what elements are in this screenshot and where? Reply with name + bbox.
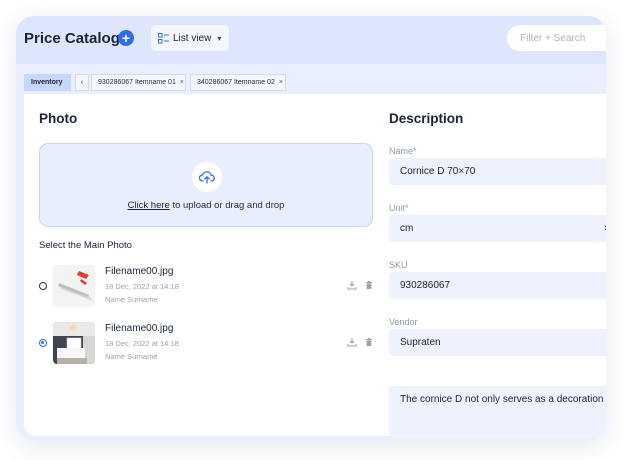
upload-cloud-icon <box>199 171 215 184</box>
file-date: 18 Dec, 2022 at 14:18 <box>105 339 179 348</box>
vendor-field-label: Vendor <box>389 317 418 327</box>
download-icon[interactable] <box>347 280 357 290</box>
tab-label: 340286067 Itemname 02 <box>197 79 275 86</box>
tab-label: Inventory <box>31 79 63 86</box>
tab-bar: Inventory ‹ 930286067 Itemname 01 × 3402… <box>16 74 606 94</box>
unit-field-label: Unit* <box>389 203 409 213</box>
photo-list-item: Filename00.jpg 18 Dec, 2022 at 14:18 Nam… <box>39 265 379 309</box>
sku-field-value: 930286067 <box>400 280 451 291</box>
sku-field-label: SKU <box>389 260 408 270</box>
upload-hint-text: to upload or drag and drop <box>169 200 285 211</box>
row-actions <box>347 280 374 290</box>
vendor-field[interactable]: Supraten <box>389 329 606 356</box>
upload-hint: Click here to upload or drag and drop <box>40 200 372 211</box>
search-input[interactable] <box>507 25 606 51</box>
tab-scroll-left-button[interactable]: ‹ <box>75 74 89 91</box>
photo-thumbnail <box>53 322 95 364</box>
photo-section-title: Photo <box>39 111 78 126</box>
tab-item-02[interactable]: 340286067 Itemname 02 × <box>190 74 286 91</box>
main-photo-radio[interactable] <box>39 339 47 347</box>
unit-select[interactable]: cm › <box>389 215 606 242</box>
sku-field[interactable]: 930286067 <box>389 272 606 299</box>
file-name: Filename00.jpg <box>105 323 174 334</box>
download-icon[interactable] <box>347 337 357 347</box>
file-date: 18 Dec, 2022 at 14:18 <box>105 282 179 291</box>
unit-select-value: cm <box>400 223 414 234</box>
chevron-down-icon: ▾ <box>217 33 222 43</box>
page-title: Price Catalog <box>24 30 120 47</box>
close-icon[interactable]: × <box>279 79 283 86</box>
file-name: Filename00.jpg <box>105 266 174 277</box>
app-window: Price Catalog + List view ▾ Inventory ‹ … <box>16 16 606 440</box>
name-field[interactable]: Cornice D 70×70 <box>389 158 606 185</box>
main-content: Photo Click here to upload or drag and d… <box>24 94 606 438</box>
main-photo-radio[interactable] <box>39 282 47 290</box>
upload-link[interactable]: Click here <box>128 200 170 211</box>
description-textarea[interactable]: The cornice D not only serves as a decor… <box>389 386 606 438</box>
close-icon[interactable]: × <box>180 79 184 86</box>
view-select-label: List view <box>173 32 212 44</box>
main-photo-label: Select the Main Photo <box>39 240 132 251</box>
upload-dropzone[interactable]: Click here to upload or drag and drop <box>39 143 373 227</box>
photo-thumbnail <box>53 265 95 307</box>
tab-inventory[interactable]: Inventory <box>24 74 71 91</box>
name-field-label: Name* <box>389 146 417 156</box>
upload-icon-circle <box>192 162 222 192</box>
description-section-title: Description <box>389 111 464 126</box>
row-actions <box>347 337 374 347</box>
top-bar: Price Catalog + List view ▾ <box>16 16 606 64</box>
name-field-value: Cornice D 70×70 <box>400 166 476 177</box>
trash-icon[interactable] <box>364 337 374 347</box>
chevron-right-icon: › <box>604 222 606 234</box>
description-text: The cornice D not only serves as a decor… <box>400 394 604 405</box>
view-select[interactable]: List view ▾ <box>151 25 229 51</box>
file-owner: Name Surname <box>105 352 158 361</box>
tab-label: 930286067 Itemname 01 <box>98 79 176 86</box>
chevron-left-icon: ‹ <box>80 79 84 86</box>
vendor-field-value: Supraten <box>400 337 441 348</box>
plus-circle-icon: + <box>121 30 131 46</box>
tab-item-01[interactable]: 930286067 Itemname 01 × <box>91 74 186 91</box>
trash-icon[interactable] <box>364 280 374 290</box>
file-owner: Name Surname <box>105 295 158 304</box>
add-item-button[interactable]: + <box>118 30 134 46</box>
list-grid-icon <box>158 32 169 43</box>
photo-list-item: Filename00.jpg 18 Dec, 2022 at 14:18 Nam… <box>39 322 379 366</box>
